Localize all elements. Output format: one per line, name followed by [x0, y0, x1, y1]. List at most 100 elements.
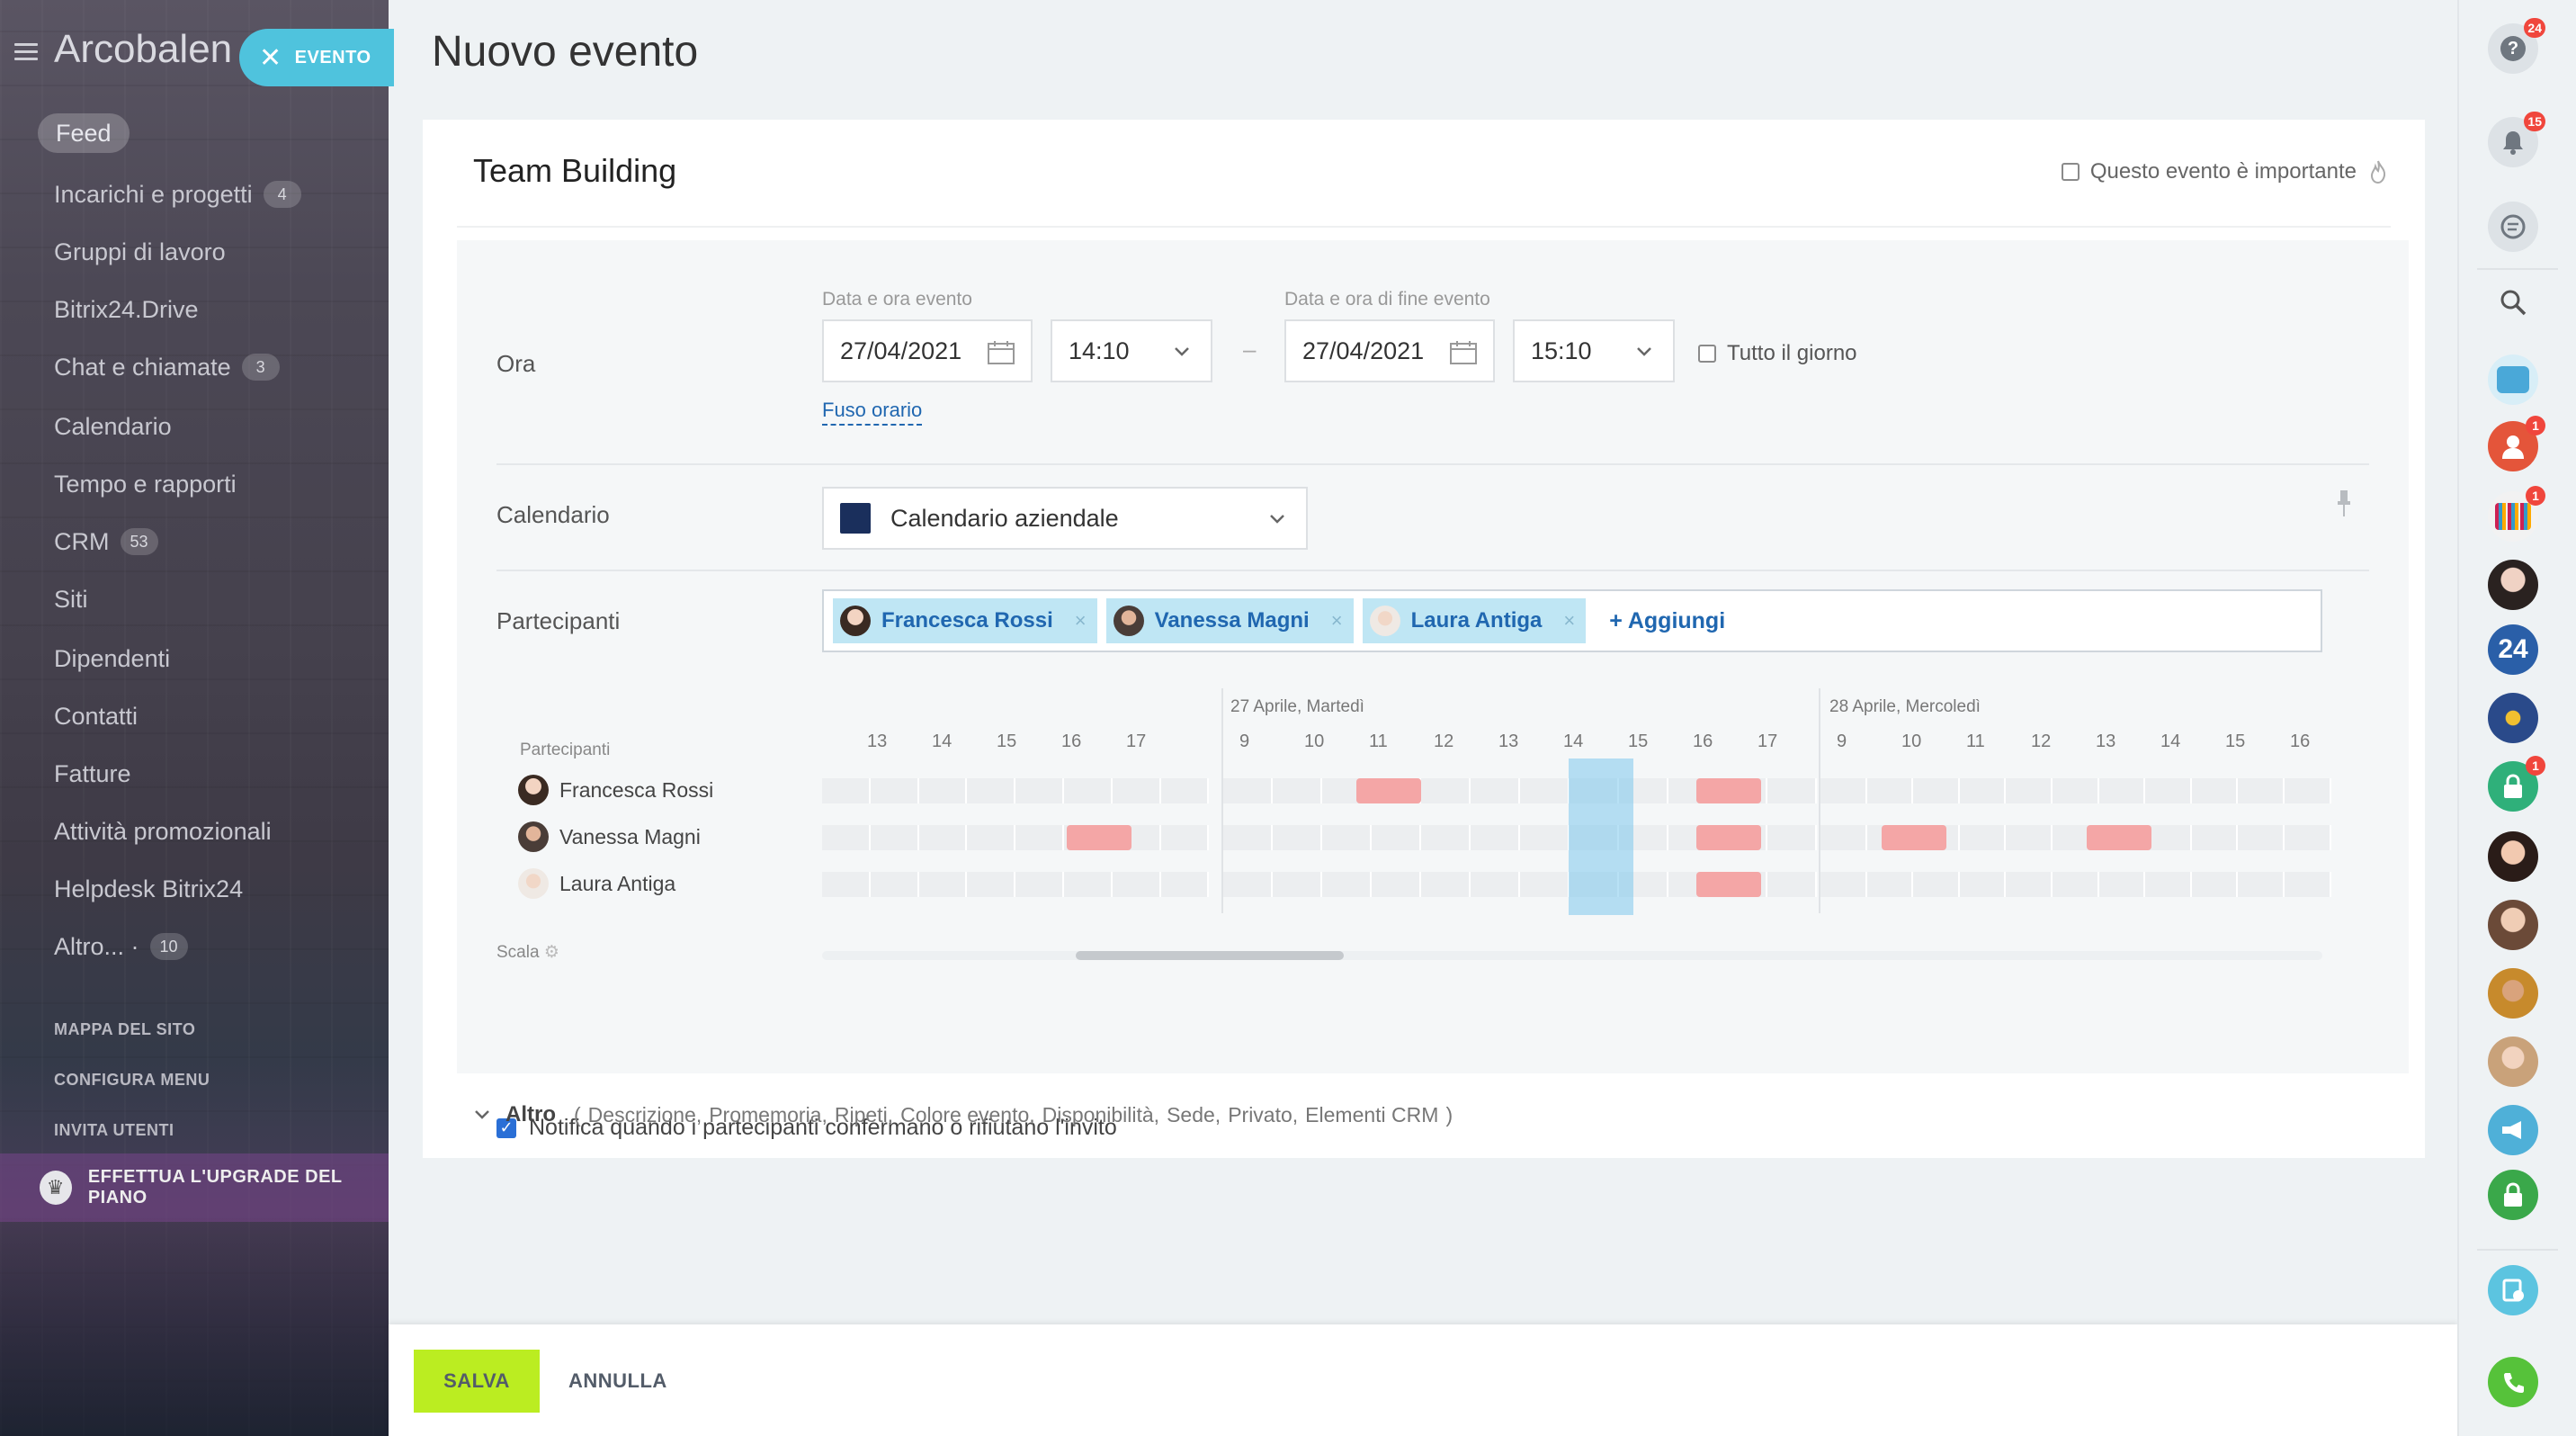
sidebar-item-crm[interactable]: CRM 53	[54, 522, 158, 561]
participants-input[interactable]: Francesca Rossi × Vanessa Magni × Laura …	[822, 589, 2322, 652]
user-avatar[interactable]	[2488, 968, 2538, 1019]
calendar-select[interactable]: Calendario aziendale	[822, 487, 1308, 550]
sidebar-item-drive[interactable]: Bitrix24.Drive	[54, 290, 199, 329]
planner-cell	[2145, 872, 2192, 897]
sidebar-item-promo[interactable]: Attività promozionali	[54, 812, 272, 851]
hour-tick-label: 13	[2096, 731, 2116, 751]
calendar-icon[interactable]	[1450, 341, 1477, 364]
menu-burger-icon[interactable]	[14, 43, 38, 61]
planner-cell	[1767, 778, 1817, 803]
phone-icon[interactable]	[2488, 1357, 2538, 1407]
user-avatar[interactable]: 1	[2488, 416, 2545, 471]
end-datetime-label: Data e ora di fine evento	[1284, 289, 1490, 310]
remove-participant-icon[interactable]: ×	[1563, 609, 1575, 633]
planner-cell	[1520, 825, 1570, 850]
sidebar-item-tasks[interactable]: Incarichi e progetti 4	[54, 175, 301, 214]
planner-scrollbar-thumb[interactable]	[1076, 951, 1344, 960]
sidebar-item-label: Altro... ·	[54, 932, 139, 960]
user-avatar[interactable]	[2488, 560, 2538, 610]
pin-icon[interactable]	[2337, 490, 2351, 517]
more-options-toggle[interactable]: Altro ( Descrizione, Promemoria, Ripeti,…	[473, 1102, 1460, 1127]
important-checkbox[interactable]	[2061, 163, 2080, 181]
more-option-reminder[interactable]: Promemoria,	[709, 1103, 827, 1127]
remove-participant-icon[interactable]: ×	[1331, 609, 1343, 633]
more-option-repeat[interactable]: Ripeti,	[835, 1103, 893, 1127]
planner-person: Francesca Rossi	[518, 775, 713, 805]
bell-icon[interactable]: 15	[2488, 112, 2545, 167]
group-chat-avatar[interactable]	[2488, 355, 2538, 405]
timezone-link[interactable]: Fuso orario	[822, 399, 923, 426]
planner-cell	[1520, 778, 1570, 803]
start-date-field[interactable]: 27/04/2021	[822, 319, 1033, 382]
add-participant-link[interactable]: + Aggiungi	[1609, 608, 1725, 634]
team-count-badge: 1	[2526, 486, 2545, 506]
avatar	[518, 775, 549, 805]
user-avatar[interactable]	[2488, 831, 2538, 882]
sidebar-item-time-reports[interactable]: Tempo e rapporti	[54, 464, 237, 504]
event-title-input[interactable]: Team Building	[473, 152, 676, 190]
search-icon[interactable]	[2488, 277, 2538, 328]
open-lines-icon[interactable]	[2488, 1265, 2538, 1315]
planner-scrollbar[interactable]	[822, 951, 2322, 960]
sidebar-count-badge: 3	[241, 354, 280, 381]
more-option-private[interactable]: Privato,	[1228, 1103, 1298, 1127]
scale-label[interactable]: Scala ⚙	[496, 942, 559, 963]
sidebar-item-groups[interactable]: Gruppi di lavoro	[54, 232, 226, 272]
selected-slot[interactable]	[1569, 758, 1633, 915]
megaphone-icon[interactable]	[2488, 1105, 2538, 1155]
close-event-slider-button[interactable]: ✕ EVENTO	[239, 29, 394, 86]
sidebar-configure-menu-link[interactable]: CONFIGURA MENU	[54, 1071, 210, 1090]
important-toggle[interactable]: Questo evento è importante	[2061, 159, 2387, 184]
hour-tick-label: 14	[2160, 731, 2181, 751]
upgrade-plan-button[interactable]: ♛ EFFETTUA L'UPGRADE DEL PIANO	[0, 1153, 389, 1222]
sidebar-item-helpdesk[interactable]: Helpdesk Bitrix24	[54, 869, 243, 909]
chat-icon[interactable]	[2488, 202, 2538, 252]
sidebar-item-label: Helpdesk Bitrix24	[54, 875, 244, 902]
cancel-button[interactable]: ANNULLA	[568, 1350, 667, 1413]
planner-cell	[2285, 778, 2331, 803]
group-avatar[interactable]	[2488, 693, 2538, 743]
planner-cell	[870, 872, 919, 897]
calendar-icon[interactable]	[988, 341, 1015, 364]
more-option-color[interactable]: Colore evento,	[900, 1103, 1035, 1127]
close-icon: ✕	[259, 42, 282, 73]
user-avatar[interactable]	[2488, 1037, 2538, 1087]
more-option-description[interactable]: Descrizione,	[588, 1103, 702, 1127]
sidebar-item-calendar[interactable]: Calendario	[54, 407, 172, 446]
sidebar-site-map-link[interactable]: MAPPA DEL SITO	[54, 1020, 195, 1039]
end-date-field[interactable]: 27/04/2021	[1284, 319, 1495, 382]
lock-icon[interactable]	[2488, 1170, 2538, 1220]
sidebar-item-sites[interactable]: Siti	[54, 579, 88, 619]
sidebar-item-contacts[interactable]: Contatti	[54, 696, 138, 736]
sidebar-item-chat[interactable]: Chat e chiamate 3	[54, 347, 280, 387]
chevron-down-icon[interactable]	[473, 1106, 491, 1124]
calendar-value: Calendario aziendale	[890, 504, 1119, 532]
all-day-checkbox[interactable]	[1698, 345, 1716, 363]
participant-chip[interactable]: Laura Antiga ×	[1362, 598, 1587, 643]
more-option-availability[interactable]: Disponibilità,	[1042, 1103, 1159, 1127]
remove-participant-icon[interactable]: ×	[1075, 609, 1087, 633]
help-icon[interactable]: ? 24	[2488, 18, 2545, 74]
sidebar-item-invoices[interactable]: Fatture	[54, 754, 131, 794]
more-option-crm[interactable]: Elementi CRM	[1305, 1103, 1438, 1127]
participant-chip[interactable]: Francesca Rossi ×	[833, 598, 1097, 643]
more-option-location[interactable]: Sede,	[1167, 1103, 1221, 1127]
more-options-label: Altro	[505, 1102, 556, 1126]
all-day-toggle[interactable]: Tutto il giorno	[1698, 341, 1857, 366]
planner-cell	[1223, 872, 1273, 897]
save-button[interactable]: SALVA	[414, 1350, 540, 1413]
sidebar-invite-users-link[interactable]: INVITA UTENTI	[54, 1121, 174, 1140]
user-avatar[interactable]	[2488, 900, 2538, 950]
portal-brand[interactable]: Arcobalen	[54, 27, 232, 72]
team-avatar[interactable]: 1	[2488, 486, 2545, 542]
gear-icon[interactable]: ⚙	[544, 943, 559, 962]
end-time-select[interactable]: 15:10	[1513, 319, 1675, 382]
participant-chip[interactable]: Vanessa Magni ×	[1105, 598, 1354, 643]
start-time-select[interactable]: 14:10	[1051, 319, 1212, 382]
all-day-label: Tutto il giorno	[1727, 341, 1857, 365]
sidebar-item-employees[interactable]: Dipendenti	[54, 639, 170, 678]
sidebar-item-more[interactable]: Altro... · 10	[54, 927, 188, 966]
lock-icon[interactable]: 1	[2488, 756, 2545, 812]
sidebar-item-feed[interactable]: Feed	[38, 113, 130, 153]
bitrix24-avatar[interactable]: 24	[2488, 624, 2538, 675]
